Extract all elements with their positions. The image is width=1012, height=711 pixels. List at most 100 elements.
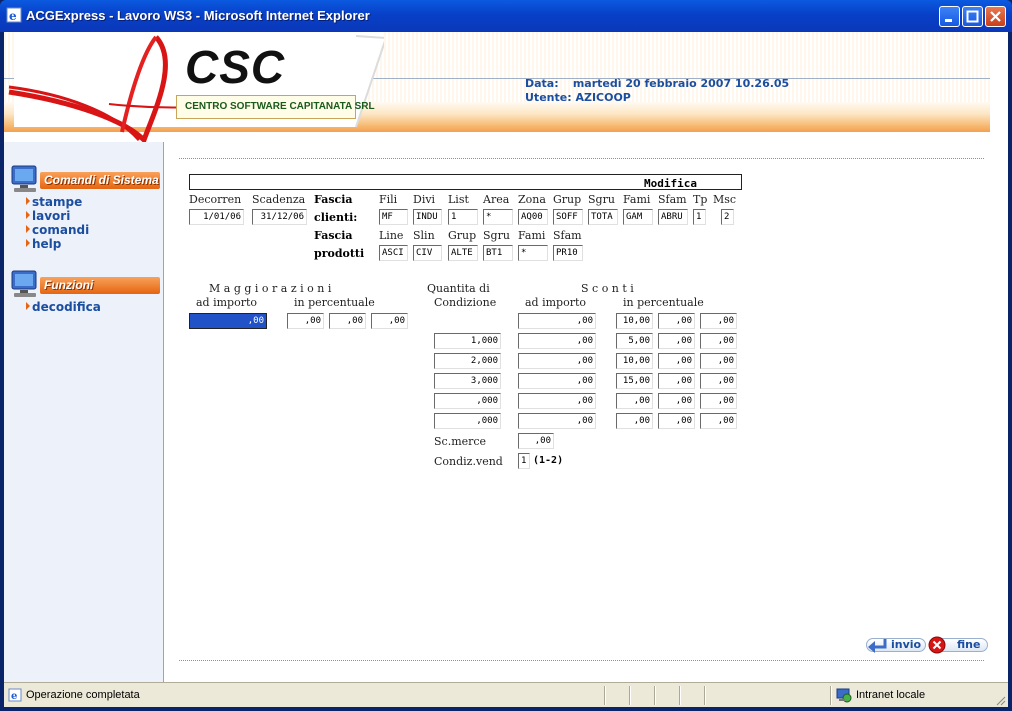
title-bar: e ACGExpress - Lavoro WS3 - Microsoft In… xyxy=(0,0,1012,32)
sidebar-item-lavori[interactable]: lavori xyxy=(26,209,70,223)
sidebar-item-decodifica[interactable]: decodifica xyxy=(26,300,101,314)
sfam-prodotti-field[interactable]: PR10 xyxy=(553,245,583,261)
svg-text:e: e xyxy=(11,691,17,702)
sc-merce-label: Sc.merce xyxy=(434,435,487,448)
arrow-right-icon xyxy=(26,211,30,219)
logo-subtitle: CENTRO SOFTWARE CAPITANATA SRL xyxy=(176,95,375,119)
quantita-field[interactable]: 3,000 xyxy=(434,373,501,389)
sconto-perc-1-field[interactable]: ,00 xyxy=(616,393,653,409)
sconto-perc-1-field[interactable]: 5,00 xyxy=(616,333,653,349)
tp-field[interactable]: 1 xyxy=(693,209,706,225)
maggiorazione-perc-1-field[interactable]: ,00 xyxy=(287,313,324,329)
sconto-perc-3-field[interactable]: ,00 xyxy=(700,313,737,329)
sconto-perc-1-field[interactable]: 10,00 xyxy=(616,313,653,329)
sconto-importo-field[interactable]: ,00 xyxy=(518,393,596,409)
label-slin: Slin xyxy=(413,229,435,242)
fami-prodotti-field[interactable]: * xyxy=(518,245,548,261)
sconto-perc-1-field[interactable]: ,00 xyxy=(616,413,653,429)
window-title: ACGExpress - Lavoro WS3 - Microsoft Inte… xyxy=(26,8,370,23)
grup-prodotti-field[interactable]: ALTE xyxy=(448,245,478,261)
minimize-icon xyxy=(945,19,952,22)
sc-merce-field[interactable]: ,00 xyxy=(518,433,554,449)
condiz-vend-field[interactable]: 1 xyxy=(518,453,530,469)
quantita-field[interactable]: ,000 xyxy=(434,413,501,429)
sconto-importo-field[interactable]: ,00 xyxy=(518,373,596,389)
minimize-button[interactable] xyxy=(939,6,960,27)
close-icon xyxy=(990,11,1001,22)
label-sfam-prodotti: Sfam xyxy=(553,229,582,242)
msc-field[interactable]: 2 xyxy=(721,209,734,225)
quantita-field[interactable]: ,000 xyxy=(434,393,501,409)
sfam-field[interactable]: ABRU xyxy=(658,209,688,225)
area-field[interactable]: * xyxy=(483,209,513,225)
sgru-field[interactable]: TOTA xyxy=(588,209,618,225)
sconto-perc-2-field[interactable]: ,00 xyxy=(658,373,695,389)
zona-field[interactable]: AQ00 xyxy=(518,209,548,225)
decorren-field[interactable]: 1/01/06 xyxy=(189,209,244,225)
arrow-return-icon xyxy=(868,639,887,653)
sconto-importo-field[interactable]: ,00 xyxy=(518,333,596,349)
logo: CSC xyxy=(185,41,286,93)
computer-icon xyxy=(11,165,37,192)
status-bar: e Operazione completata Intranet locale xyxy=(4,682,1008,707)
label-decorren: Decorren xyxy=(189,193,242,206)
sconto-perc-2-field[interactable]: ,00 xyxy=(658,313,695,329)
arrow-right-icon xyxy=(26,302,30,310)
sconti-title: S c o n t i xyxy=(581,282,634,295)
label-sgru: Sgru xyxy=(588,193,615,206)
sconto-perc-3-field[interactable]: ,00 xyxy=(700,413,737,429)
sconto-perc-2-field[interactable]: ,00 xyxy=(658,333,695,349)
stop-icon xyxy=(928,636,946,654)
condiz-vend-label: Condiz.vend xyxy=(434,455,503,468)
functions-header: Funzioni xyxy=(10,269,162,297)
label-divi: Divi xyxy=(413,193,436,206)
label-sgru-prodotti: Sgru xyxy=(483,229,510,242)
arrow-right-icon xyxy=(26,225,30,233)
sconto-perc-2-field[interactable]: ,00 xyxy=(658,353,695,369)
sconto-perc-3-field[interactable]: ,00 xyxy=(700,393,737,409)
list-field[interactable]: 1 xyxy=(448,209,478,225)
fili-field[interactable]: MF xyxy=(379,209,408,225)
session-info: Data: martedì 20 febbraio 2007 10.26.05 … xyxy=(525,77,789,105)
sconto-perc-3-field[interactable]: ,00 xyxy=(700,333,737,349)
system-commands-title: Comandi di Sistema xyxy=(40,172,160,189)
sgru-prodotti-field[interactable]: BT1 xyxy=(483,245,513,261)
zone-text: Intranet locale xyxy=(856,689,926,701)
maximize-icon xyxy=(966,10,979,23)
close-button[interactable] xyxy=(985,6,1006,27)
sconto-perc-3-field[interactable]: ,00 xyxy=(700,373,737,389)
sidebar-item-help[interactable]: help xyxy=(26,237,61,251)
slin-field[interactable]: CIV xyxy=(413,245,442,261)
label-tp: Tp xyxy=(693,193,708,206)
line-field[interactable]: ASCI xyxy=(379,245,408,261)
resize-grip-icon[interactable] xyxy=(994,694,1006,706)
sconto-perc-1-field[interactable]: 10,00 xyxy=(616,353,653,369)
sconto-importo-field[interactable]: ,00 xyxy=(518,313,596,329)
user-label: Utente: xyxy=(525,91,572,104)
grup-field[interactable]: SOFF xyxy=(553,209,583,225)
arrow-right-icon xyxy=(26,197,30,205)
quantita-field[interactable]: 1,000 xyxy=(434,333,501,349)
fami-field[interactable]: GAM xyxy=(623,209,653,225)
maggiorazione-perc-2-field[interactable]: ,00 xyxy=(329,313,366,329)
label-list: List xyxy=(448,193,469,206)
sidebar-item-comandi[interactable]: comandi xyxy=(26,223,89,237)
scadenza-field[interactable]: 31/12/06 xyxy=(252,209,307,225)
sconto-importo-field[interactable]: ,00 xyxy=(518,353,596,369)
sconto-perc-1-field[interactable]: 15,00 xyxy=(616,373,653,389)
quantita-field[interactable]: 2,000 xyxy=(434,353,501,369)
page-icon: e xyxy=(8,688,22,702)
divi-field[interactable]: INDU xyxy=(413,209,442,225)
sconto-perc-2-field[interactable]: ,00 xyxy=(658,393,695,409)
sidebar-item-stampe[interactable]: stampe xyxy=(26,195,82,209)
label-fami: Fami xyxy=(623,193,651,206)
sconto-importo-field[interactable]: ,00 xyxy=(518,413,596,429)
maggiorazione-importo-field[interactable]: ,00 xyxy=(189,313,267,329)
sconto-perc-2-field[interactable]: ,00 xyxy=(658,413,695,429)
arrow-right-icon xyxy=(26,239,30,247)
sconto-perc-3-field[interactable]: ,00 xyxy=(700,353,737,369)
maggiorazione-perc-3-field[interactable]: ,00 xyxy=(371,313,408,329)
label-scadenza: Scadenza xyxy=(252,193,306,206)
user-value: AZICOOP xyxy=(575,91,631,104)
maximize-button[interactable] xyxy=(962,6,983,27)
